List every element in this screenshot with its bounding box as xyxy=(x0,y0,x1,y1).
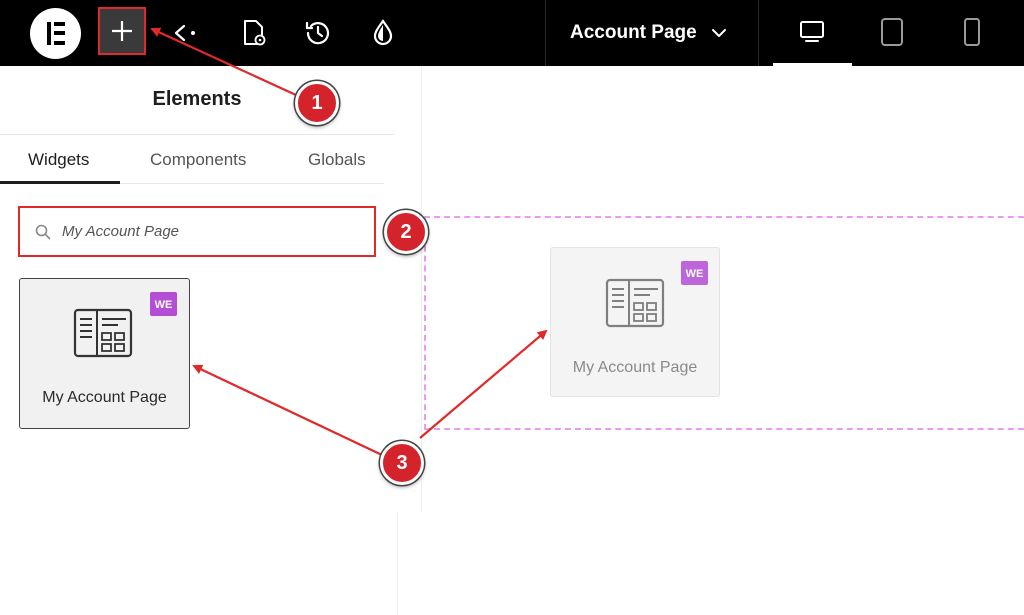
search-icon xyxy=(34,223,52,241)
top-bar: Account Page xyxy=(0,0,1024,66)
widget-label: My Account Page xyxy=(42,389,167,406)
structure-icon[interactable] xyxy=(168,15,204,51)
widget-search-input[interactable]: My Account Page xyxy=(18,206,376,257)
woocommerce-badge-icon: WE xyxy=(150,292,177,316)
widget-my-account-page[interactable]: WE My Account Page xyxy=(19,278,190,429)
callout-2: 2 xyxy=(384,210,428,254)
mobile-icon[interactable] xyxy=(954,14,990,50)
woocommerce-badge-icon: WE xyxy=(681,261,708,285)
my-account-page-icon xyxy=(73,308,133,358)
add-element-button[interactable] xyxy=(98,7,146,55)
desktop-icon[interactable] xyxy=(794,14,830,50)
elementor-logo-icon[interactable] xyxy=(30,8,81,59)
drop-zone xyxy=(424,216,1024,430)
tablet-icon[interactable] xyxy=(874,14,910,50)
dragged-widget-label: My Account Page xyxy=(572,359,698,376)
tab-components[interactable]: Components xyxy=(150,150,246,170)
active-device-indicator xyxy=(773,63,852,66)
tab-globals[interactable]: Globals xyxy=(308,150,366,170)
topbar-divider xyxy=(758,0,759,66)
panel-divider xyxy=(0,134,394,135)
active-tab-indicator xyxy=(0,181,120,184)
svg-text:WE: WE xyxy=(155,299,173,311)
callout-3: 3 xyxy=(380,441,424,485)
plus-icon xyxy=(112,21,132,41)
callout-1: 1 xyxy=(295,81,339,125)
dragged-widget-preview[interactable]: WE My Account Page xyxy=(550,247,720,397)
search-value: My Account Page xyxy=(62,223,180,240)
svg-text:WE: WE xyxy=(686,268,704,280)
site-settings-icon[interactable] xyxy=(365,15,401,51)
page-settings-icon[interactable] xyxy=(236,15,272,51)
page-selector-label: Account Page xyxy=(570,22,697,43)
page-selector[interactable]: Account Page xyxy=(546,0,758,66)
elements-panel: Elements Widgets Components Globals My A… xyxy=(0,66,398,615)
chevron-down-icon xyxy=(712,29,726,37)
tab-widgets[interactable]: Widgets xyxy=(28,150,89,170)
my-account-page-icon xyxy=(605,278,665,328)
history-icon[interactable] xyxy=(300,15,336,51)
